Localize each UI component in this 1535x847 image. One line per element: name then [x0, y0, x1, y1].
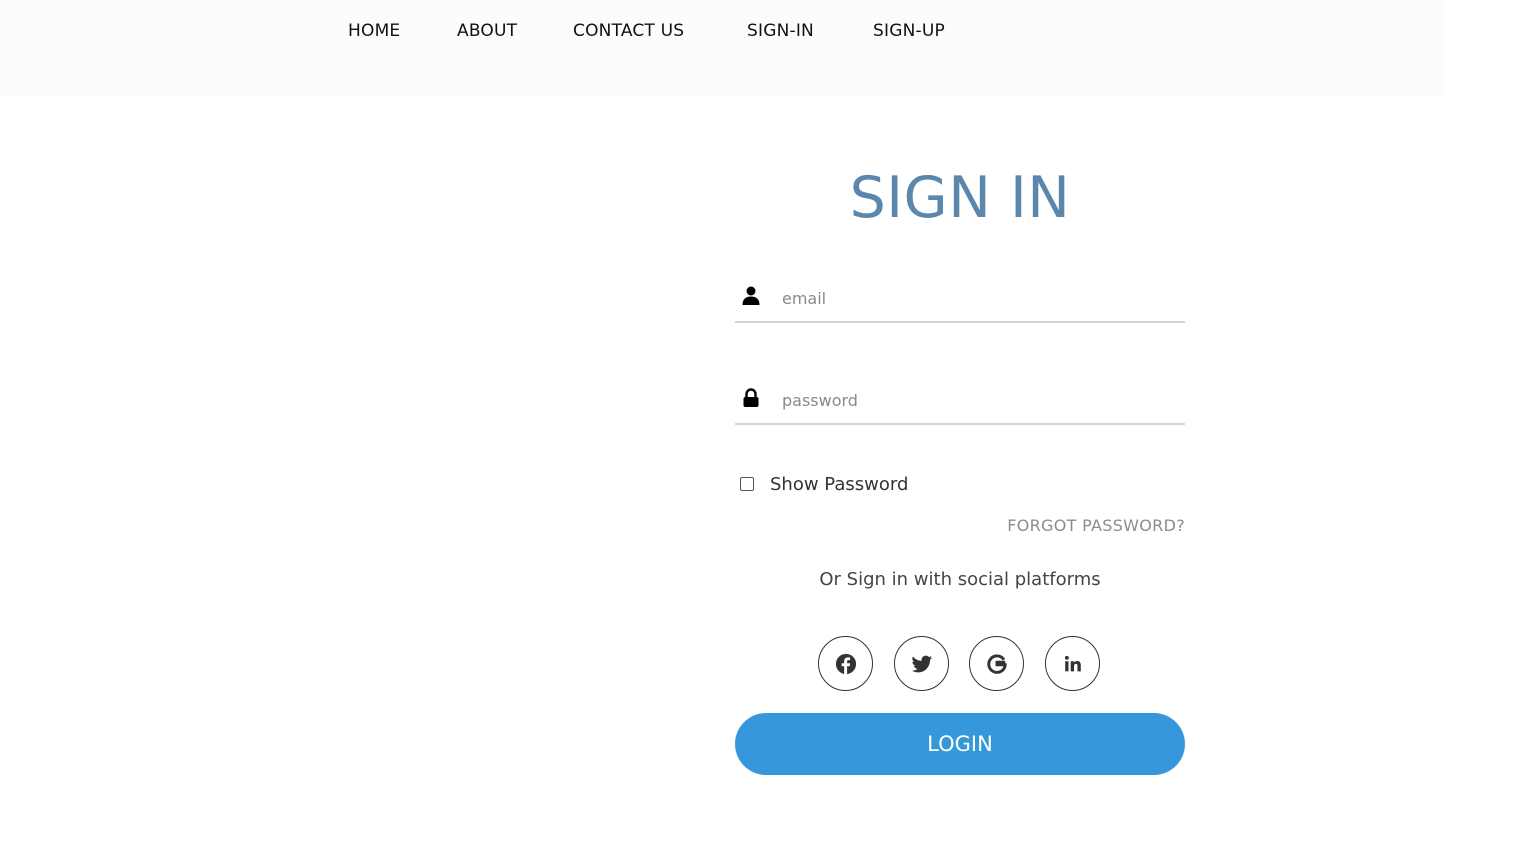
user-icon: [740, 285, 762, 307]
page-title: SIGN IN: [849, 165, 1071, 231]
email-field-wrapper: [735, 277, 1185, 323]
login-button[interactable]: LOGIN: [735, 713, 1185, 775]
linkedin-icon: [1064, 655, 1081, 671]
google-icon: [986, 653, 1007, 674]
nav-sign-up-link[interactable]: SIGN-UP: [873, 21, 945, 41]
nav-home-link[interactable]: HOME: [348, 21, 400, 41]
forgot-password-link[interactable]: FORGOT PASSWORD?: [1007, 516, 1185, 535]
facebook-button[interactable]: [818, 636, 873, 691]
email-input[interactable]: [780, 283, 1174, 313]
twitter-button[interactable]: [894, 636, 949, 691]
nav-sign-in-link[interactable]: SIGN-IN: [747, 21, 814, 41]
show-password-checkbox[interactable]: [740, 477, 754, 491]
nav-about-link[interactable]: ABOUT: [457, 21, 517, 41]
show-password-label[interactable]: Show Password: [770, 474, 908, 495]
google-button[interactable]: [969, 636, 1024, 691]
linkedin-button[interactable]: [1045, 636, 1100, 691]
password-field-wrapper: [735, 379, 1185, 425]
social-signin-text: Or Sign in with social platforms: [819, 569, 1101, 590]
password-input[interactable]: [780, 385, 1174, 415]
twitter-icon: [911, 655, 932, 672]
lock-icon: [740, 387, 762, 409]
facebook-icon: [835, 653, 856, 674]
nav-contact-us-link[interactable]: CONTACT US: [573, 21, 684, 41]
show-password-row: Show Password: [740, 472, 908, 496]
top-navigation: HOME ABOUT CONTACT US SIGN-IN SIGN-UP: [0, 0, 1444, 96]
